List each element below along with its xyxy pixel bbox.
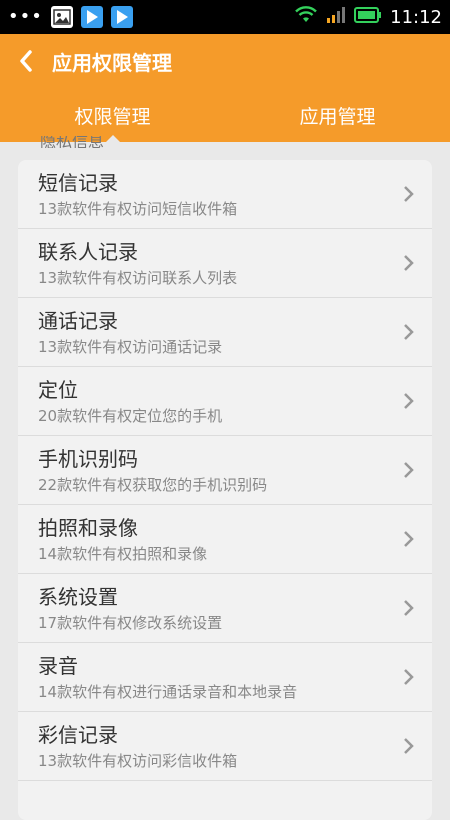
list-item-system-settings[interactable]: 系统设置 17款软件有权修改系统设置 [18,574,432,643]
item-description: 13款软件有权访问联系人列表 [38,269,238,287]
play-notification-icon [80,6,103,28]
app-header: 应用权限管理 [0,34,450,88]
item-title: 手机识别码 [38,447,138,471]
chevron-right-icon [404,393,414,409]
chevron-right-icon [404,600,414,616]
gallery-notification-icon [50,6,73,28]
back-arrow-icon [20,50,32,72]
chevron-right-icon [404,462,414,478]
item-title: 通话记录 [38,309,118,333]
chevron-right-icon [404,669,414,685]
battery-icon [354,7,382,27]
item-description: 20款软件有权定位您的手机 [38,407,223,425]
permission-list: 短信记录 13款软件有权访问短信收件箱 联系人记录 13款软件有权访问联系人列表… [18,160,432,820]
item-title: 彩信记录 [38,723,118,747]
tab-label: 应用管理 [299,105,376,128]
chevron-right-icon [404,186,414,202]
item-description: 13款软件有权访问短信收件箱 [38,200,238,218]
play-notification-icon-2 [110,6,133,28]
tab-bar: 权限管理 应用管理 [0,88,450,143]
item-description: 14款软件有权进行通话录音和本地录音 [38,683,298,701]
tab-app-management[interactable]: 应用管理 [225,88,450,142]
status-bar: ••• 11:12 [0,0,450,34]
item-description: 22款软件有权获取您的手机识别码 [38,476,268,494]
clock: 11:12 [390,6,442,28]
list-item-audio-recording[interactable]: 录音 14款软件有权进行通话录音和本地录音 [18,643,432,712]
chevron-right-icon [404,738,414,754]
scrolled-section-label: 隐私信息 [40,136,105,148]
list-item-location[interactable]: 定位 20款软件有权定位您的手机 [18,367,432,436]
list-item-device-id[interactable]: 手机识别码 22款软件有权获取您的手机识别码 [18,436,432,505]
list-item-call-log[interactable]: 通话记录 13款软件有权访问通话记录 [18,298,432,367]
item-title: 短信记录 [38,171,118,195]
item-title: 系统设置 [38,585,118,609]
item-title: 定位 [38,378,78,402]
list-item-sms[interactable]: 短信记录 13款软件有权访问短信收件箱 [18,160,432,229]
item-description: 13款软件有权访问彩信收件箱 [38,752,238,770]
list-item-contacts[interactable]: 联系人记录 13款软件有权访问联系人列表 [18,229,432,298]
item-title: 联系人记录 [38,240,138,264]
page-title: 应用权限管理 [52,50,172,75]
status-left: ••• [8,6,133,28]
tab-label: 权限管理 [74,105,151,128]
item-description: 17款软件有权修改系统设置 [38,614,223,632]
list-item-camera[interactable]: 拍照和录像 14款软件有权拍照和录像 [18,505,432,574]
notification-dots: ••• [8,6,43,27]
chevron-right-icon [404,324,414,340]
back-button[interactable] [6,34,46,88]
tab-permission-management[interactable]: 权限管理 [0,88,225,143]
item-title: 录音 [38,654,78,678]
chevron-right-icon [404,531,414,547]
item-description: 14款软件有权拍照和录像 [38,545,208,563]
status-right: 11:12 [294,6,442,28]
list-item-mms[interactable]: 彩信记录 13款软件有权访问彩信收件箱 [18,712,432,781]
wifi-icon [294,6,318,28]
item-description: 13款软件有权访问通话记录 [38,338,223,356]
item-title: 拍照和录像 [38,516,138,540]
chevron-right-icon [404,255,414,271]
signal-icon [326,6,346,28]
